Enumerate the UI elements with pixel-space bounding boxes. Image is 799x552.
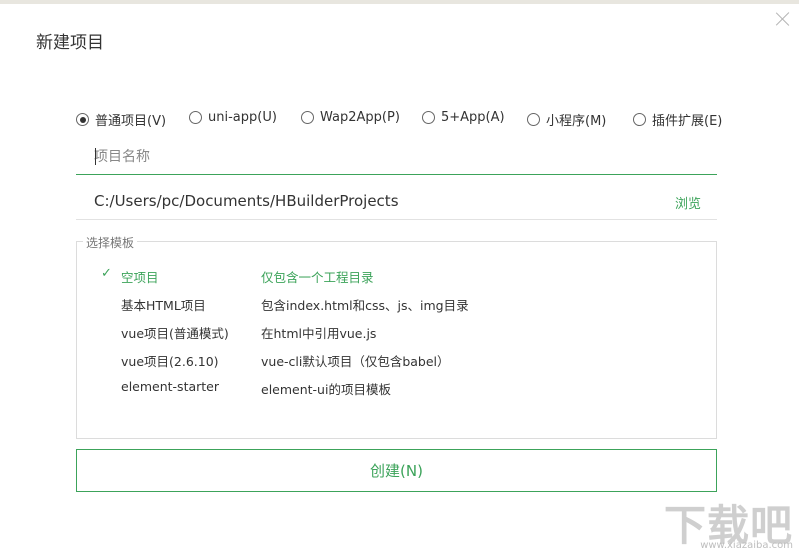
radio-label: 普通项目(V)	[95, 114, 167, 129]
check-icon: ✓	[101, 266, 112, 281]
template-item-basic-html[interactable]: 基本HTML项目 包含index.html和css、js、img目录	[77, 292, 717, 314]
radio-plugin-extension[interactable]: 插件扩展(E)	[633, 110, 722, 129]
create-button[interactable]: 创建(N)	[76, 449, 717, 492]
template-group-legend: 选择模板	[83, 234, 138, 251]
radio-label: Wap2App(P)	[320, 110, 400, 125]
radio-5plus-app[interactable]: 5+App(A)	[422, 110, 505, 125]
close-icon[interactable]	[774, 10, 792, 28]
project-location-row: C:/Users/pc/Documents/HBuilderProjects 浏…	[76, 184, 717, 220]
watermark-logo: 下载吧 www.xiazaiba.com	[664, 490, 799, 552]
browse-button[interactable]: 浏览	[675, 193, 701, 212]
template-name: vue项目(2.6.10)	[121, 354, 219, 369]
template-item-empty[interactable]: ✓ 空项目 仅包含一个工程目录	[77, 264, 717, 286]
template-name: vue项目(普通模式)	[121, 326, 229, 341]
window-top-border	[0, 0, 799, 4]
template-item-vue-normal[interactable]: vue项目(普通模式) 在html中引用vue.js	[77, 320, 717, 342]
radio-icon[interactable]	[633, 113, 646, 126]
project-name-input[interactable]	[76, 140, 717, 175]
radio-mini-program[interactable]: 小程序(M)	[527, 110, 606, 129]
radio-uni-app[interactable]: uni-app(U)	[189, 110, 277, 125]
radio-normal-project[interactable]: 普通项目(V)	[76, 110, 166, 129]
template-group: 选择模板 ✓ 空项目 仅包含一个工程目录 基本HTML项目 包含index.ht…	[76, 234, 717, 439]
radio-label: 插件扩展(E)	[652, 114, 723, 129]
template-name: 基本HTML项目	[121, 298, 206, 313]
dialog-title: 新建项目	[36, 33, 104, 53]
project-location-path[interactable]: C:/Users/pc/Documents/HBuilderProjects	[94, 192, 399, 210]
template-item-vue-cli[interactable]: vue项目(2.6.10) vue-cli默认项目（仅包含babel）	[77, 348, 717, 370]
text-caret	[95, 148, 96, 165]
template-name: element-starter	[121, 379, 219, 394]
radio-icon[interactable]	[301, 111, 314, 124]
template-desc: 仅包含一个工程目录	[261, 270, 374, 285]
template-item-element-starter[interactable]: element-starter element-ui的项目模板	[77, 376, 717, 398]
watermark-url: www.xiazaiba.com	[700, 540, 793, 551]
radio-icon[interactable]	[422, 111, 435, 124]
project-type-group: 普通项目(V) uni-app(U) Wap2App(P) 5+App(A) 小…	[76, 110, 736, 130]
template-desc: 在html中引用vue.js	[261, 326, 377, 341]
template-desc: vue-cli默认项目（仅包含babel）	[261, 354, 450, 369]
radio-icon[interactable]	[189, 111, 202, 124]
radio-icon[interactable]	[527, 113, 540, 126]
radio-label: 小程序(M)	[546, 114, 607, 129]
radio-wap2app[interactable]: Wap2App(P)	[301, 110, 400, 125]
template-desc: element-ui的项目模板	[261, 382, 391, 397]
template-name: 空项目	[121, 270, 159, 285]
radio-label: uni-app(U)	[208, 110, 277, 125]
radio-icon-checked[interactable]	[76, 113, 89, 126]
template-desc: 包含index.html和css、js、img目录	[261, 298, 469, 313]
radio-label: 5+App(A)	[441, 110, 505, 125]
